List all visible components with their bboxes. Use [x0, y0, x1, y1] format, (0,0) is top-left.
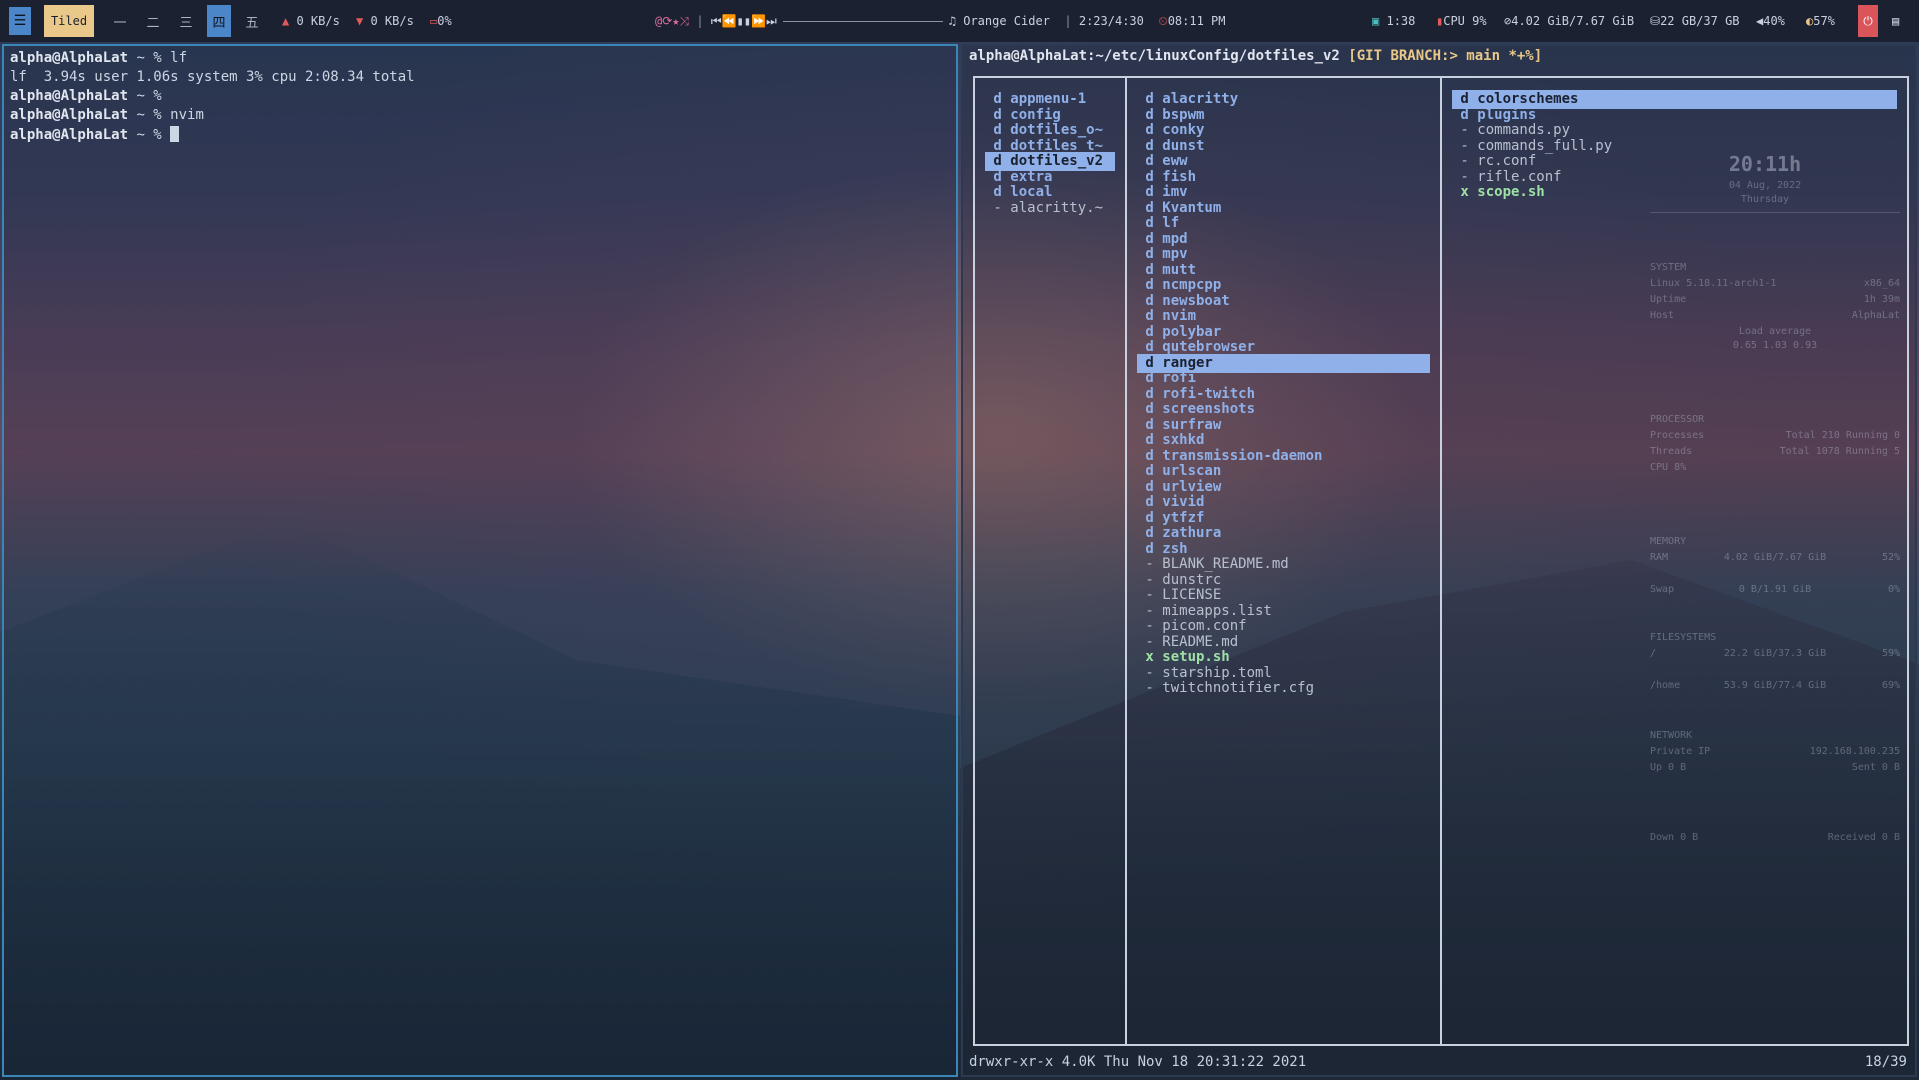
conky-arch: x86_64 [1863, 278, 1900, 289]
conky-host: AlphaLat [1851, 310, 1900, 321]
clock-icon: ⏲ [1158, 13, 1168, 28]
cpu-icon: ▮ [1436, 14, 1444, 28]
disk-io: 0% [437, 14, 452, 28]
conky-load: 0.65 1.03 0.93 [1732, 340, 1818, 351]
conky-widget: 20:11h 04 Aug, 2022 Thursday SYSTEM Linu… [1630, 152, 1900, 902]
power-icon[interactable]: ⏻ [1858, 5, 1878, 37]
conky-sent: Sent 0 B [1851, 762, 1900, 773]
conky-divider [1650, 212, 1900, 213]
upload-arrow-icon: ▲ [282, 14, 290, 28]
volume[interactable]: 40% [1763, 14, 1785, 28]
conky-home-pct: 69% [1881, 680, 1900, 691]
player-mode-icons[interactable]: @⟳★⤨ [655, 14, 689, 29]
text-cursor [170, 126, 180, 142]
cpu-usage: CPU 9% [1443, 14, 1487, 28]
workspace-2[interactable]: 二 [141, 5, 165, 37]
conky-swap-pct: 0% [1887, 584, 1900, 595]
conky-root-pct: 59% [1881, 648, 1900, 659]
memory-icon: ⊘ [1504, 14, 1512, 28]
terminal-line: alpha@AlphaLat ~ % nvim [10, 107, 204, 123]
monitor-icon: ▣ [1372, 14, 1380, 28]
terminal-right[interactable]: alpha@AlphaLat:~/etc/linuxConfig/dotfile… [961, 44, 1917, 1077]
lf-path-prompt: alpha@AlphaLat:~/etc/linuxConfig/dotfile… [969, 48, 1543, 64]
terminal-line: lf 3.94s user 1.06s system 3% cpu 2:08.3… [10, 69, 415, 85]
memory-usage: 4.02 GiB/7.67 GiB [1511, 14, 1635, 28]
conky-uptime: 1h 39m [1863, 294, 1900, 305]
menu-icon[interactable]: ☰ [9, 7, 31, 35]
lf-parent-column[interactable]: d appmenu-1 d config d dotfiles_o~ d dot… [975, 78, 1127, 1044]
lf-entry[interactable]: - twitchnotifier.cfg [1137, 679, 1430, 698]
terminal-left[interactable]: alpha@AlphaLat ~ % lf lf 3.94s user 1.06… [2, 44, 958, 1077]
uptime: 1:38 [1386, 14, 1416, 28]
lf-position: 18/39 [1864, 1054, 1907, 1070]
conky-ip: 192.168.100.235 [1809, 746, 1900, 757]
lf-status: drwxr-xr-x 4.0K Thu Nov 18 20:31:22 2021 [969, 1054, 1307, 1070]
volume-icon[interactable]: ◀ [1756, 14, 1763, 28]
music-note-icon: ♫ [948, 14, 956, 28]
net-download: 0 KB/s [370, 14, 414, 28]
player-controls[interactable]: ⏮⏪▮▮⏩⏭ [711, 14, 777, 29]
conky-system-header: SYSTEM [1650, 262, 1687, 273]
workspace-1[interactable]: 一 [108, 5, 132, 37]
conky-memory-header: MEMORY [1650, 536, 1687, 547]
workspace-5[interactable]: 五 [240, 5, 264, 37]
conky-processor-header: PROCESSOR [1650, 414, 1705, 425]
track-progress[interactable] [782, 20, 943, 22]
status-bar: ☰ Tiled 一 二 三 四 五 ▲ 0 KB/s ▼ 0 KB/s ▭ 0%… [0, 0, 1919, 42]
conky-network-header: NETWORK [1650, 730, 1693, 741]
net-upload: 0 KB/s [296, 14, 340, 28]
disk-usage: 22 GB/37 GB [1660, 14, 1740, 28]
disk-icon: ⛁ [1650, 14, 1661, 28]
disk-io-icon: ▭ [430, 14, 438, 28]
conky-threads: Total 1078 Running 5 [1779, 446, 1900, 457]
conky-ram-pct: 52% [1881, 552, 1900, 563]
conky-date: 04 Aug, 2022 [1728, 180, 1802, 191]
conky-received: Received 0 B [1827, 832, 1900, 843]
conky-cpu-label: CPU 8% [1650, 462, 1687, 473]
lf-entry[interactable]: - alacritty.~ [985, 199, 1115, 218]
terminal-line: alpha@AlphaLat ~ % lf [10, 50, 188, 66]
clock: 08:11 PM [1167, 14, 1226, 28]
workspace-4[interactable]: 四 [207, 5, 231, 37]
terminal-line: alpha@AlphaLat ~ % [10, 88, 162, 104]
song-time: 2:23/4:30 [1078, 14, 1144, 28]
layout-indicator[interactable]: Tiled [44, 5, 94, 37]
workspace-3[interactable]: 三 [174, 5, 198, 37]
song-title: Orange Cider [963, 14, 1050, 28]
brightness[interactable]: 57% [1813, 14, 1835, 28]
brightness-icon: ◐ [1806, 14, 1814, 28]
lf-current-column[interactable]: d alacritty d bspwm d conky d dunst d ew… [1127, 78, 1442, 1044]
terminal-prompt[interactable]: alpha@AlphaLat ~ % [10, 126, 180, 143]
conky-load-label: Load average [1738, 326, 1812, 337]
conky-day: Thursday [1740, 194, 1790, 205]
download-arrow-icon: ▼ [356, 14, 364, 28]
conky-time: 20:11h [1728, 152, 1802, 176]
conky-processes: Total 210 Running 0 [1785, 430, 1900, 441]
tray-icon[interactable]: ▤ [1892, 0, 1899, 42]
conky-fs-header: FILESYSTEMS [1650, 632, 1717, 643]
